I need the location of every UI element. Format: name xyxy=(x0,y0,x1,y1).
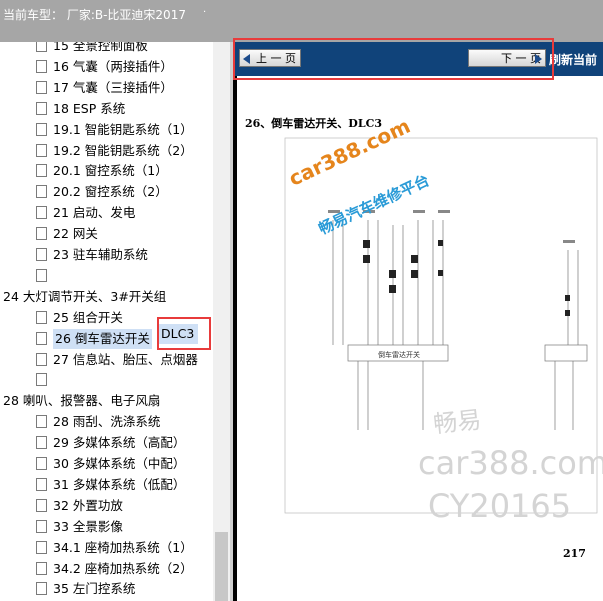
tree-item-label: 19.2 智能钥匙系统（2） xyxy=(53,142,193,158)
tree-item[interactable] xyxy=(36,370,53,390)
document-icon xyxy=(36,101,47,115)
tree-item[interactable]: 29 多媒体系统（高配） xyxy=(36,433,185,453)
document-icon xyxy=(36,331,47,345)
document-icon xyxy=(36,415,47,429)
document-icon xyxy=(36,59,47,73)
tree-item-label: 25 组合开关 xyxy=(53,309,123,325)
document-icon xyxy=(36,498,47,512)
tree-item-label: 28 雨刮、洗涤系统 xyxy=(53,414,161,430)
highlight-box-dlc3 xyxy=(157,317,211,350)
window-title: 当前车型： 厂家:B-比亚迪宋2017 xyxy=(3,8,186,22)
tree-item-label: 29 多媒体系统（高配） xyxy=(53,435,186,451)
tree-sidebar: 15 全景控制面板 16 气囊（两接插件） 17 气囊（三接插件） 18 ESP 系统… xyxy=(0,42,230,601)
tree-item-label: 18 ESP 系统 xyxy=(53,100,126,116)
tree-item-label: 27 信息站、胎压、点烟器 xyxy=(53,351,198,367)
document-icon xyxy=(36,143,47,157)
tree-item[interactable]: 33 全景影像 xyxy=(36,517,123,537)
document-icon xyxy=(36,436,47,450)
document-icon xyxy=(36,268,47,282)
tree-item[interactable]: 31 多媒体系统（低配） xyxy=(36,475,185,495)
tree-item-label: 15 全景控制面板 xyxy=(53,42,148,53)
tree-item[interactable]: 35 左门控系统 xyxy=(36,579,135,599)
tree-item[interactable]: 34.1 座椅加热系统（1） xyxy=(36,538,193,558)
refresh-current-link[interactable]: 刷新当前 xyxy=(549,51,597,68)
tree-item[interactable]: 34.2 座椅加热系统（2） xyxy=(36,559,193,579)
tree-item[interactable]: 30 多媒体系统（中配） xyxy=(36,454,185,474)
tree-item[interactable]: 18 ESP 系统 xyxy=(36,99,125,119)
document-icon xyxy=(36,457,47,470)
tree-item-label: 22 网关 xyxy=(53,226,98,242)
tree-item[interactable]: 20.2 窗控系统（2） xyxy=(36,182,168,202)
tree-item-label: 21 启动、发电 xyxy=(53,205,136,221)
tree-item[interactable]: 20.1 窗控系统（1） xyxy=(36,161,168,181)
tree-item[interactable] xyxy=(36,266,53,286)
tree-item[interactable]: 32 外置功放 xyxy=(36,496,123,516)
tree-item-label: 35 左门控系统 xyxy=(53,581,136,597)
document-icon xyxy=(36,352,47,366)
document-icon xyxy=(36,519,47,533)
watermark-url-gray: car388.com xyxy=(418,444,603,482)
tree-item-label: 16 气囊（两接插件） xyxy=(53,58,173,74)
title-bar: 当前车型： 厂家:B-比亚迪宋2017 . xyxy=(0,0,603,42)
tree-item[interactable]: 25 组合开关 xyxy=(36,308,123,328)
switch-label: 倒车雷达开关 xyxy=(378,350,420,359)
tree-item-label: 33 全景影像 xyxy=(53,518,123,534)
scrollbar-thumb[interactable] xyxy=(215,532,228,601)
tree-item-label: 17 气囊（三接插件） xyxy=(53,79,173,95)
document-icon xyxy=(36,561,47,575)
page-edge xyxy=(233,76,237,601)
tree-item[interactable]: 27 信息站、胎压、点烟器 xyxy=(36,350,198,370)
document-icon xyxy=(36,227,47,241)
watermark-code: CY20165 xyxy=(428,487,572,525)
highlight-box-nav xyxy=(233,38,554,80)
tree-item-label: 26 倒车雷达开关 xyxy=(53,328,152,349)
document-icon xyxy=(36,248,47,261)
tree-item-label: 30 多媒体系统（中配） xyxy=(53,456,186,471)
document-icon xyxy=(36,310,47,324)
document-icon xyxy=(36,206,47,220)
tree-folder-item[interactable]: 24 大灯调节开关、3#开关组 xyxy=(3,287,166,307)
document-icon xyxy=(36,42,47,52)
tree-item-label: 20.1 窗控系统（1） xyxy=(53,163,168,179)
document-icon xyxy=(36,122,47,136)
tree-item-label: 31 多媒体系统（低配） xyxy=(53,476,186,492)
page-number: 217 xyxy=(563,547,586,560)
tree-item[interactable]: 22 网关 xyxy=(36,224,98,244)
tree-item[interactable]: 17 气囊（三接插件） xyxy=(36,78,173,98)
tree-item-label: 34.2 座椅加热系统（2） xyxy=(53,560,193,576)
tree-item[interactable]: 21 启动、发电 xyxy=(36,203,135,223)
tree-item-label: 28 喇叭、报警器、电子风扇 xyxy=(3,393,161,409)
document-icon xyxy=(36,80,47,94)
document-icon xyxy=(36,582,47,596)
tree-item[interactable]: 19.1 智能钥匙系统（1） xyxy=(36,120,193,140)
document-viewer: 上 一 页 下 一 页 刷新当前 26、倒车雷达开关、DLC3 倒车雷达开关 2… xyxy=(233,38,603,601)
tree-item-label: 34.1 座椅加热系统（1） xyxy=(53,539,193,555)
tree-item[interactable]: 26 倒车雷达开关 xyxy=(36,328,152,349)
tree-item[interactable]: 28 雨刮、洗涤系统 xyxy=(36,412,160,432)
tree-item[interactable]: 16 气囊（两接插件） xyxy=(36,57,173,77)
watermark-changyi: 畅易 xyxy=(431,405,483,439)
tree-item[interactable]: 23 驻车辅助系统 xyxy=(36,245,148,265)
tree-item[interactable]: 15 全景控制面板 xyxy=(36,42,148,56)
document-icon xyxy=(36,540,47,554)
sidebar-scrollbar[interactable] xyxy=(213,42,230,601)
tree-item-label: 24 大灯调节开关、3#开关组 xyxy=(3,288,167,304)
document-icon xyxy=(36,185,47,199)
tree-folder-item[interactable]: 28 喇叭、报警器、电子风扇 xyxy=(3,391,160,411)
tree-item-label: 20.2 窗控系统（2） xyxy=(53,184,168,200)
document-title: 26、倒车雷达开关、DLC3 xyxy=(245,117,382,130)
document-icon xyxy=(36,477,47,491)
document-icon xyxy=(36,373,47,387)
document-icon xyxy=(36,164,47,178)
title-dot: . xyxy=(203,4,207,15)
tree-item[interactable]: 19.2 智能钥匙系统（2） xyxy=(36,141,193,161)
tree-item-label: 23 驻车辅助系统 xyxy=(53,247,148,262)
tree-item-label: 19.1 智能钥匙系统（1） xyxy=(53,121,193,137)
tree-item-label: 32 外置功放 xyxy=(53,497,123,513)
